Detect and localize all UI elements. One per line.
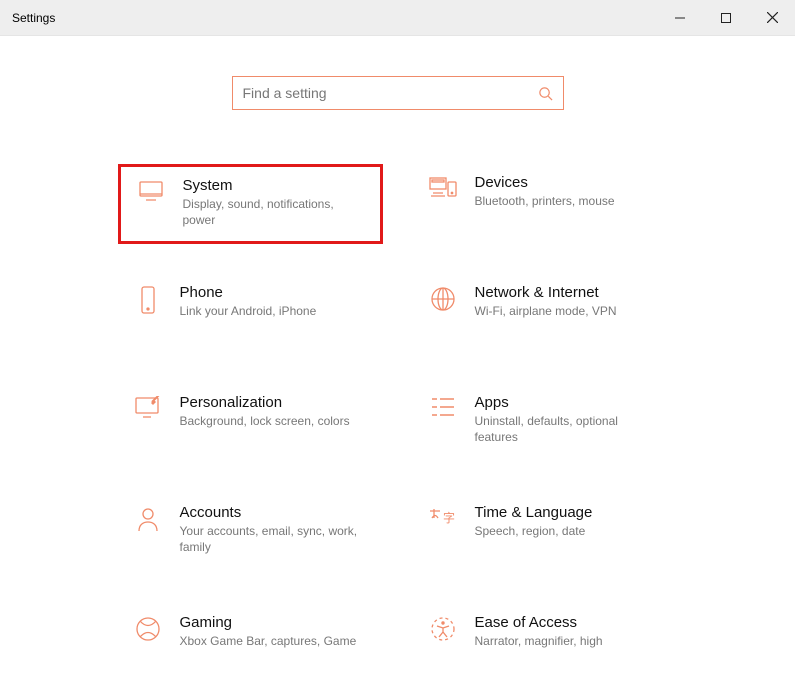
globe-icon (425, 284, 461, 344)
search-icon (538, 86, 553, 101)
phone-icon (130, 284, 166, 344)
search-box[interactable] (232, 76, 564, 110)
tile-desc: Wi-Fi, airplane mode, VPN (475, 303, 617, 319)
tile-title: Ease of Access (475, 614, 603, 631)
tile-desc: Background, lock screen, colors (180, 413, 350, 429)
tile-desc: Link your Android, iPhone (180, 303, 317, 319)
gaming-icon (130, 614, 166, 674)
tile-ease-of-access[interactable]: Ease of Access Narrator, magnifier, high (413, 604, 678, 684)
tile-network[interactable]: Network & Internet Wi-Fi, airplane mode,… (413, 274, 678, 354)
devices-icon (425, 174, 461, 234)
close-button[interactable] (749, 0, 795, 36)
tile-personalization[interactable]: Personalization Background, lock screen,… (118, 384, 383, 464)
tile-gaming[interactable]: Gaming Xbox Game Bar, captures, Game (118, 604, 383, 684)
tile-title: Network & Internet (475, 284, 617, 301)
ease-of-access-icon (425, 614, 461, 674)
tile-desc: Xbox Game Bar, captures, Game (180, 633, 357, 649)
tile-desc: Display, sound, notifications, power (183, 196, 363, 228)
maximize-icon (721, 13, 731, 23)
tile-accounts[interactable]: Accounts Your accounts, email, sync, wor… (118, 494, 383, 574)
search-input[interactable] (243, 85, 538, 101)
minimize-button[interactable] (657, 0, 703, 36)
tile-time-language[interactable]: 字 Time & Language Speech, region, date (413, 494, 678, 574)
settings-grid: System Display, sound, notifications, po… (118, 164, 678, 684)
tile-title: Apps (475, 394, 655, 411)
search-container (232, 76, 564, 110)
tile-title: Gaming (180, 614, 357, 631)
tile-title: System (183, 177, 363, 194)
tile-system[interactable]: System Display, sound, notifications, po… (118, 164, 383, 244)
tile-phone[interactable]: Phone Link your Android, iPhone (118, 274, 383, 354)
tile-title: Personalization (180, 394, 350, 411)
tile-title: Time & Language (475, 504, 593, 521)
personalization-icon (130, 394, 166, 454)
tile-desc: Uninstall, defaults, optional features (475, 413, 655, 445)
maximize-button[interactable] (703, 0, 749, 36)
tile-title: Devices (475, 174, 615, 191)
tile-title: Accounts (180, 504, 360, 521)
tile-desc: Speech, region, date (475, 523, 593, 539)
time-language-icon: 字 (425, 504, 461, 564)
minimize-icon (675, 13, 685, 23)
close-icon (767, 12, 778, 23)
tile-title: Phone (180, 284, 317, 301)
tile-desc: Bluetooth, printers, mouse (475, 193, 615, 209)
tile-desc: Narrator, magnifier, high (475, 633, 603, 649)
tile-devices[interactable]: Devices Bluetooth, printers, mouse (413, 164, 678, 244)
window-title: Settings (12, 11, 55, 25)
accounts-icon (130, 504, 166, 564)
tile-apps[interactable]: Apps Uninstall, defaults, optional featu… (413, 384, 678, 464)
system-icon (133, 177, 169, 231)
content-area: System Display, sound, notifications, po… (0, 36, 795, 684)
svg-text:字: 字 (443, 510, 455, 525)
apps-icon (425, 394, 461, 454)
titlebar: Settings (0, 0, 795, 36)
tile-desc: Your accounts, email, sync, work, family (180, 523, 360, 555)
